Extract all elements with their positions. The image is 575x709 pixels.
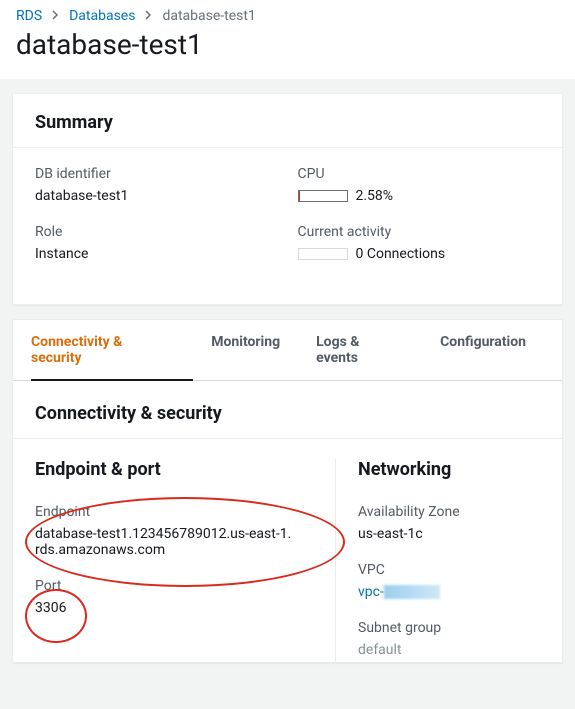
subnet-group-label: Subnet group <box>358 620 540 636</box>
breadcrumb-current: database-test1 <box>162 8 255 24</box>
endpoint-label: Endpoint <box>35 504 315 520</box>
tabs: Connectivity & security Monitoring Logs … <box>13 320 562 381</box>
endpoint-port-heading: Endpoint & port <box>35 459 315 480</box>
connections-bar <box>298 248 348 260</box>
summary-card: Summary DB identifier database-test1 Rol… <box>12 93 563 305</box>
vpc-label: VPC <box>358 562 540 578</box>
chevron-right-icon <box>52 8 60 24</box>
tab-connectivity-security[interactable]: Connectivity & security <box>31 320 193 380</box>
page-title: database-test1 <box>16 28 559 61</box>
breadcrumb-databases[interactable]: Databases <box>69 8 135 24</box>
cpu-label: CPU <box>298 166 541 182</box>
tab-monitoring[interactable]: Monitoring <box>193 320 298 380</box>
vpc-link[interactable]: vpc- <box>358 584 384 600</box>
connectivity-section-title: Connectivity & security <box>35 403 540 424</box>
vpc-id-redacted <box>384 585 440 599</box>
current-activity-value: 0 Connections <box>356 246 446 262</box>
db-identifier-value: database-test1 <box>35 188 278 204</box>
summary-heading: Summary <box>35 112 540 133</box>
breadcrumb-rds[interactable]: RDS <box>16 8 42 24</box>
db-identifier-label: DB identifier <box>35 166 278 182</box>
tab-logs-events[interactable]: Logs & events <box>298 320 422 380</box>
tabs-container: Connectivity & security Monitoring Logs … <box>12 319 563 663</box>
tab-configuration[interactable]: Configuration <box>422 320 544 380</box>
port-value: 3306 <box>35 600 315 616</box>
breadcrumb: RDS Databases database-test1 <box>0 0 575 28</box>
networking-heading: Networking <box>358 459 540 480</box>
divider <box>13 147 562 148</box>
port-label: Port <box>35 578 315 594</box>
az-label: Availability Zone <box>358 504 540 520</box>
role-value: Instance <box>35 246 278 262</box>
az-value: us-east-1c <box>358 526 540 542</box>
chevron-right-icon <box>145 8 153 24</box>
role-label: Role <box>35 224 278 240</box>
endpoint-value: database-test1.123456789012.us-east-1.rd… <box>35 526 295 558</box>
current-activity-label: Current activity <box>298 224 541 240</box>
cpu-value: 2.58% <box>356 188 394 204</box>
subnet-group-value: default <box>358 642 540 658</box>
cpu-bar <box>298 190 348 202</box>
